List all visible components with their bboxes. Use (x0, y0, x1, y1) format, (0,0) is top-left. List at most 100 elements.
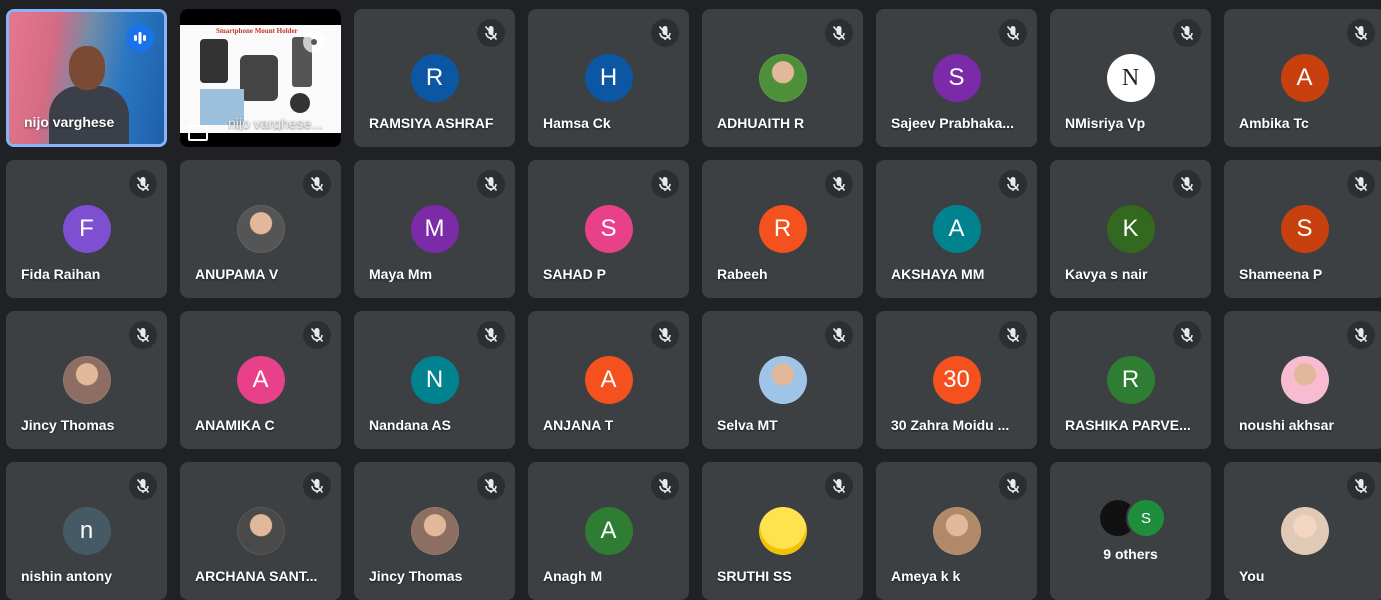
mic-off-icon (651, 321, 679, 349)
mic-off-icon (303, 472, 331, 500)
participant-name: ADHUAITH R (717, 115, 805, 131)
participant-name: Hamsa Ck (543, 115, 611, 131)
participant-tile[interactable]: N NMisriya Vp (1050, 9, 1211, 147)
mic-off-icon (1347, 170, 1375, 198)
participant-name: You (1239, 568, 1265, 584)
participant-name: Nandana AS (369, 417, 451, 433)
presentation-tile[interactable]: Smartphone Mount Holder nijo varghese... (180, 9, 341, 147)
participant-tile[interactable]: N Nandana AS (354, 311, 515, 449)
mic-off-icon (825, 19, 853, 47)
participant-tile[interactable]: A ANAMIKA C (180, 311, 341, 449)
participant-tile[interactable]: n nishin antony (6, 462, 167, 600)
participant-name: nijo varghese (24, 114, 115, 130)
photo-avatar (758, 356, 807, 404)
participant-tile[interactable]: ADHUAITH R (702, 9, 863, 147)
participant-tile[interactable]: K Kavya s nair (1050, 160, 1211, 298)
participant-name: ANUPAMA V (195, 266, 279, 282)
participant-tile[interactable]: A Ambika Tc (1224, 9, 1381, 147)
mic-off-icon (1347, 321, 1375, 349)
participant-tile-you[interactable]: You (1224, 462, 1381, 600)
mic-off-icon (1173, 19, 1201, 47)
others-tile[interactable]: S 9 others (1050, 462, 1211, 600)
photo-avatar (758, 54, 807, 102)
avatar: A (1280, 54, 1329, 102)
letter-n-avatar: N (1106, 54, 1155, 102)
participant-tile[interactable]: Ameya k k (876, 462, 1037, 600)
mic-off-icon (1347, 472, 1375, 500)
mic-off-icon (129, 472, 157, 500)
participant-tile-self-video[interactable]: nijo varghese (6, 9, 167, 147)
participant-tile[interactable]: R Rabeeh (702, 160, 863, 298)
participant-tile[interactable]: Selva MT (702, 311, 863, 449)
participant-grid: nijo varghese Smartphone Mount Holder ni… (6, 9, 1381, 600)
mic-off-icon (129, 321, 157, 349)
participant-name: Jincy Thomas (21, 417, 115, 433)
participant-tile[interactable]: ANUPAMA V (180, 160, 341, 298)
avatar: R (410, 54, 459, 102)
mic-off-icon (477, 19, 505, 47)
participant-name: ANJANA T (543, 417, 614, 433)
participant-name: NMisriya Vp (1065, 115, 1146, 131)
avatar: A (584, 356, 633, 404)
photo-avatar (932, 507, 981, 555)
mic-off-icon (1347, 19, 1375, 47)
avatar: M (410, 205, 459, 253)
participant-tile[interactable]: Jincy Thomas (6, 311, 167, 449)
avatar: F (62, 205, 111, 253)
avatar: 30 (932, 356, 981, 404)
participant-name: RASHIKA PARVE... (1065, 417, 1191, 433)
participant-tile[interactable]: noushi akhsar (1224, 311, 1381, 449)
avatar: R (758, 205, 807, 253)
video-person-head (69, 46, 105, 90)
participant-tile[interactable]: A ANJANA T (528, 311, 689, 449)
mic-off-icon (477, 321, 505, 349)
avatar: A (584, 507, 633, 555)
photo-avatar (410, 507, 459, 555)
participant-tile[interactable]: A AKSHAYA MM (876, 160, 1037, 298)
participant-name: Anagh M (543, 568, 603, 584)
participant-tile[interactable]: F Fida Raihan (6, 160, 167, 298)
photo-avatar (236, 205, 285, 253)
avatar: S (932, 54, 981, 102)
participant-tile[interactable]: 30 30 Zahra Moidu ... (876, 311, 1037, 449)
others-count-label: 9 others (1103, 546, 1158, 562)
participant-tile[interactable]: S Shameena P (1224, 160, 1381, 298)
avatar: K (1106, 205, 1155, 253)
avatar: A (932, 205, 981, 253)
mic-off-icon (303, 170, 331, 198)
participant-name: Sajeev Prabhaka... (891, 115, 1014, 131)
presentation-label: nijo varghese... (228, 115, 323, 131)
participant-tile[interactable]: Jincy Thomas (354, 462, 515, 600)
participant-name: Jincy Thomas (369, 568, 463, 584)
participant-tile[interactable]: ARCHANA SANT... (180, 462, 341, 600)
avatar: R (1106, 356, 1155, 404)
others-avatar: S (1126, 498, 1166, 538)
participant-name: Kavya s nair (1065, 266, 1148, 282)
participant-name: Shameena P (1239, 266, 1323, 282)
participant-name: Ameya k k (891, 568, 961, 584)
avatar: S (584, 205, 633, 253)
mic-off-icon (825, 321, 853, 349)
mic-off-icon (1173, 321, 1201, 349)
mic-off-icon (129, 170, 157, 198)
photo-avatar (1280, 507, 1329, 555)
mic-off-icon (651, 19, 679, 47)
avatar: S (1280, 205, 1329, 253)
present-screen-icon (188, 125, 208, 141)
participant-tile[interactable]: R RASHIKA PARVE... (1050, 311, 1211, 449)
photo-avatar (1280, 356, 1329, 404)
mic-off-icon (651, 472, 679, 500)
participant-tile[interactable]: S Sajeev Prabhaka... (876, 9, 1037, 147)
mic-off-icon (1173, 170, 1201, 198)
participant-tile[interactable]: R RAMSIYA ASHRAF (354, 9, 515, 147)
mic-off-icon (999, 170, 1027, 198)
pin-icon[interactable] (303, 31, 325, 53)
mic-off-icon (477, 170, 505, 198)
avatar: N (410, 356, 459, 404)
participant-tile[interactable]: SRUTHI SS (702, 462, 863, 600)
participant-tile[interactable]: S SAHAD P (528, 160, 689, 298)
participant-tile[interactable]: H Hamsa Ck (528, 9, 689, 147)
participant-tile[interactable]: M Maya Mm (354, 160, 515, 298)
participant-tile[interactable]: A Anagh M (528, 462, 689, 600)
avatar: H (584, 54, 633, 102)
